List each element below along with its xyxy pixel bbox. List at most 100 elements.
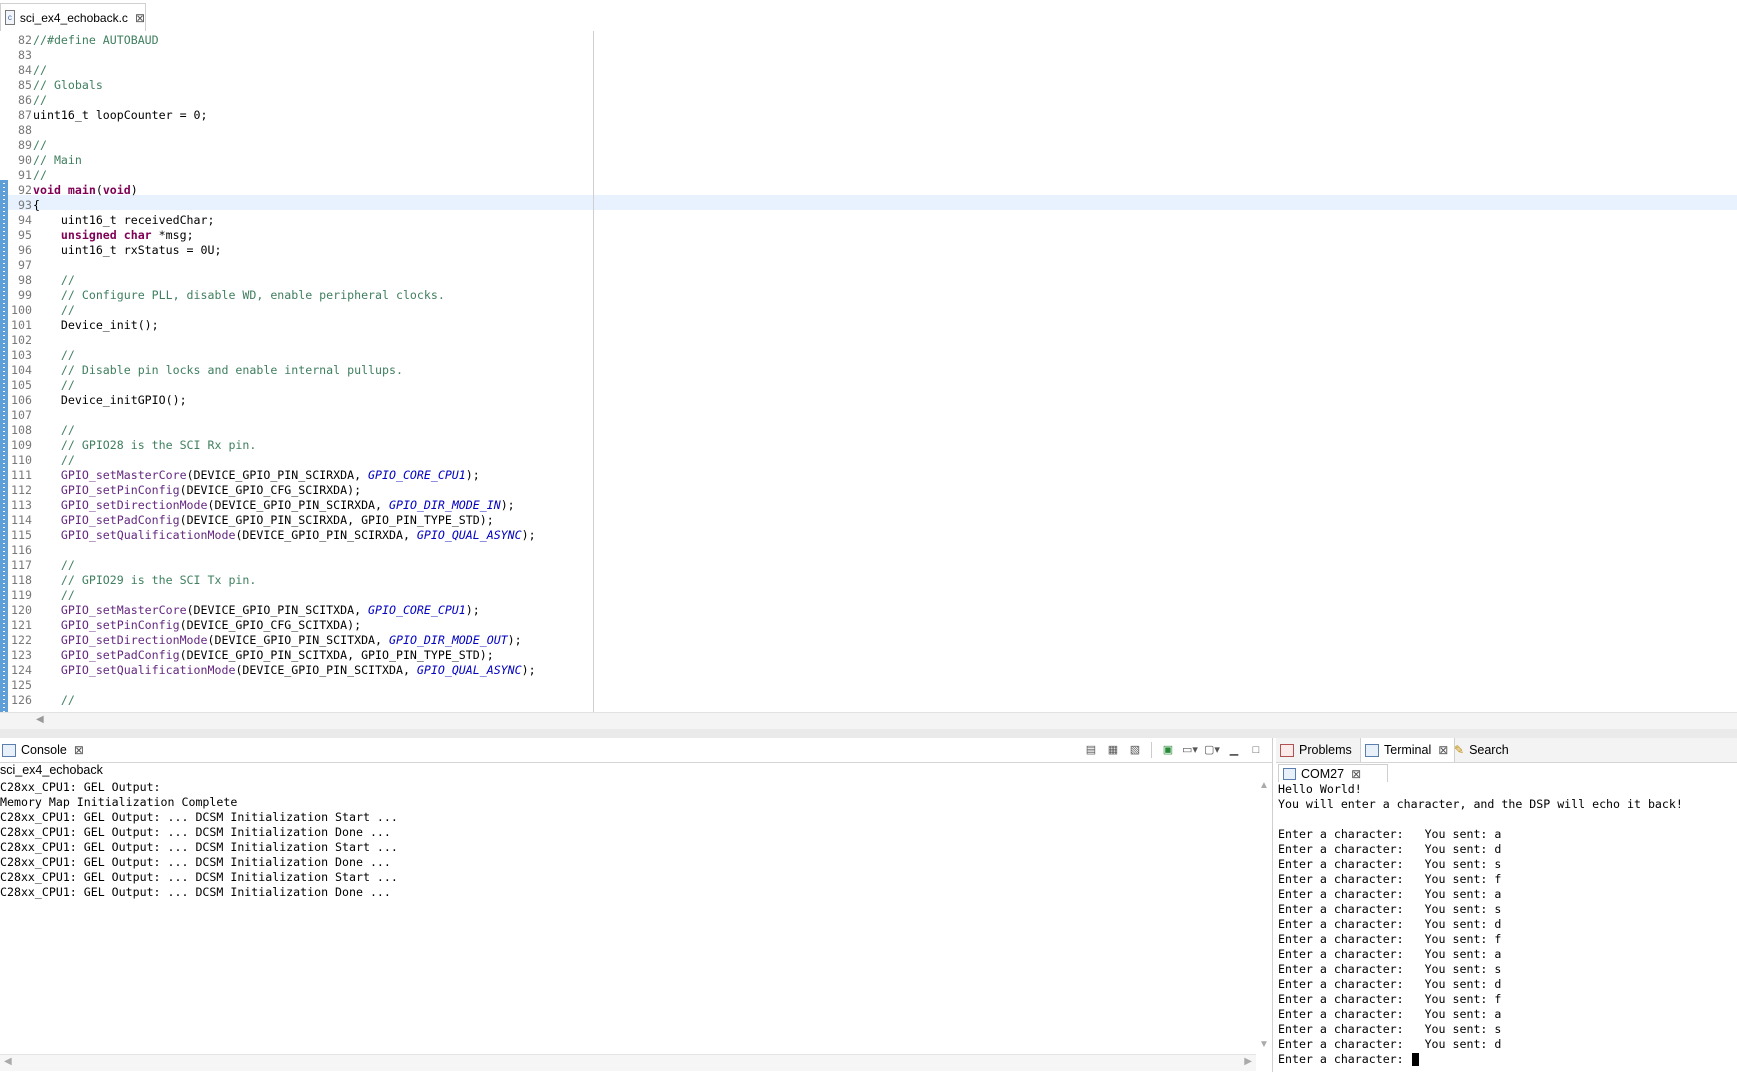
code-line[interactable]: 126 // <box>8 693 75 708</box>
code-line[interactable]: 111 GPIO_setMasterCore(DEVICE_GPIO_PIN_S… <box>8 468 480 483</box>
code-editor[interactable]: 82//#define AUTOBAUD 83 84//85// Globals 86… <box>0 31 1737 712</box>
code-line[interactable]: 86// <box>8 93 47 108</box>
line-number: 103 <box>11 348 32 362</box>
code-line[interactable]: 123 GPIO_setPadConfig(DEVICE_GPIO_PIN_SC… <box>8 648 494 663</box>
code-token: // GPIO28 is the SCI Rx pin. <box>60 438 257 452</box>
code-line[interactable]: 117 // <box>8 558 75 573</box>
scroll-down-icon[interactable]: ▼ <box>1259 1039 1269 1050</box>
code-line[interactable]: 108 // <box>8 423 75 438</box>
editor-tab-sci-ex4-echoback[interactable]: c sci_ex4_echoback.c ⊠ <box>0 3 146 31</box>
pin-console-icon[interactable]: ▣ <box>1160 742 1176 758</box>
code-line[interactable]: 120 GPIO_setMasterCore(DEVICE_GPIO_PIN_S… <box>8 603 480 618</box>
code-line[interactable]: 122 GPIO_setDirectionMode(DEVICE_GPIO_PI… <box>8 633 522 648</box>
display-console-icon[interactable]: ▭▾ <box>1182 742 1198 758</box>
code-line[interactable]: 87uint16_t loopCounter = 0; <box>8 108 207 123</box>
code-line[interactable]: 97 <box>8 258 33 273</box>
editor-tab-label: sci_ex4_echoback.c <box>19 10 128 25</box>
line-number: 115 <box>11 528 32 542</box>
scroll-left-icon[interactable]: ◀ <box>4 1056 12 1067</box>
code-line[interactable]: 84// <box>8 63 47 78</box>
close-icon[interactable]: ⊠ <box>1351 767 1361 781</box>
editor-horizontal-scrollbar[interactable]: ◀ <box>0 712 1737 729</box>
code-line[interactable]: 116 <box>8 543 33 558</box>
terminal-line: Enter a character: You sent: d <box>1278 842 1502 856</box>
line-number: 93 <box>18 198 32 212</box>
code-line[interactable]: 113 GPIO_setDirectionMode(DEVICE_GPIO_PI… <box>8 498 515 513</box>
clear-console-icon[interactable]: ▤ <box>1083 742 1099 758</box>
code-line[interactable]: 82//#define AUTOBAUD <box>8 33 159 48</box>
code-line[interactable]: 105 // <box>8 378 75 393</box>
code-line[interactable]: 125 <box>8 678 33 693</box>
code-token: void <box>102 183 131 197</box>
code-line[interactable]: 121 GPIO_setPinConfig(DEVICE_GPIO_CFG_SC… <box>8 618 361 633</box>
minimize-icon[interactable]: ▁ <box>1226 742 1242 758</box>
code-token: // <box>60 423 75 437</box>
code-line[interactable]: 93{ <box>8 198 40 213</box>
code-line[interactable]: 119 // <box>8 588 75 603</box>
close-icon[interactable]: ⊠ <box>135 11 145 25</box>
code-line[interactable]: 103 // <box>8 348 75 363</box>
code-line[interactable]: 124 GPIO_setQualificationMode(DEVICE_GPI… <box>8 663 536 678</box>
line-number: 100 <box>11 303 32 317</box>
code-line[interactable]: 114 GPIO_setPadConfig(DEVICE_GPIO_PIN_SC… <box>8 513 494 528</box>
close-icon[interactable]: ⊠ <box>1438 743 1448 757</box>
code-line[interactable]: 89// <box>8 138 47 153</box>
terminal-session-tab[interactable]: COM27 ⊠ <box>1278 764 1388 782</box>
line-number: 121 <box>11 618 32 632</box>
terminal-line: Enter a character: You sent: f <box>1278 992 1502 1006</box>
line-number: 117 <box>11 558 32 572</box>
scroll-up-icon[interactable]: ▲ <box>1259 780 1269 791</box>
terminal-line: Enter a character: You sent: f <box>1278 932 1502 946</box>
code-line[interactable]: 104 // Disable pin locks and enable inte… <box>8 363 403 378</box>
code-line[interactable]: 106 Device_initGPIO(); <box>8 393 187 408</box>
line-number: 105 <box>11 378 32 392</box>
code-line[interactable]: 88 <box>8 123 33 138</box>
console-line: C28xx_CPU1: GEL Output: ... DCSM Initial… <box>0 825 391 839</box>
maximize-icon[interactable]: □ <box>1248 742 1264 758</box>
code-line[interactable]: 118 // GPIO29 is the SCI Tx pin. <box>8 573 256 588</box>
scroll-right-icon[interactable]: ▶ <box>1244 1056 1252 1067</box>
scroll-left-icon[interactable]: ◀ <box>36 714 44 725</box>
code-line[interactable]: 98 // <box>8 273 75 288</box>
terminal-prompt[interactable]: Enter a character: <box>1278 1052 1419 1067</box>
console-horizontal-scrollbar[interactable]: ◀ ▶ <box>0 1054 1256 1071</box>
code-line[interactable]: 90// Main <box>8 153 82 168</box>
tab-terminal[interactable]: Terminal ⊠ <box>1360 738 1456 762</box>
panel-sash[interactable] <box>0 729 1737 738</box>
close-icon[interactable]: ⊠ <box>74 743 84 757</box>
code-line[interactable]: 92void main(void) <box>8 183 138 198</box>
terminal-line: Enter a character: You sent: s <box>1278 962 1502 976</box>
code-line[interactable]: 99 // Configure PLL, disable WD, enable … <box>8 288 445 303</box>
code-line[interactable]: 83 <box>8 48 33 63</box>
scroll-lock-icon[interactable]: ▦ <box>1105 742 1121 758</box>
code-token: GPIO_DIR_MODE_IN <box>389 498 501 512</box>
line-number: 101 <box>11 318 32 332</box>
tab-console[interactable]: Console ⊠ <box>2 738 84 762</box>
terminal-line: Enter a character: You sent: s <box>1278 902 1502 916</box>
terminal-line: Enter a character: You sent: a <box>1278 827 1502 841</box>
code-line[interactable]: 85// Globals <box>8 78 103 93</box>
code-line[interactable]: 91// <box>8 168 47 183</box>
code-line[interactable]: 112 GPIO_setPinConfig(DEVICE_GPIO_CFG_SC… <box>8 483 361 498</box>
code-line[interactable]: 94 uint16_t receivedChar; <box>8 213 214 228</box>
tab-problems[interactable]: Problems <box>1280 738 1352 762</box>
tab-search[interactable]: ✎ Search <box>1454 738 1509 762</box>
code-token: (DEVICE_GPIO_PIN_SCITXDA, <box>207 633 389 647</box>
code-line[interactable]: 107 <box>8 408 33 423</box>
word-wrap-icon[interactable]: ▧ <box>1127 742 1143 758</box>
code-token: GPIO_setPadConfig <box>60 513 180 527</box>
code-line[interactable]: 96 uint16_t rxStatus = 0U; <box>8 243 221 258</box>
open-console-icon[interactable]: ▢▾ <box>1204 742 1220 758</box>
terminal-icon <box>1365 743 1379 757</box>
code-line[interactable]: 109 // GPIO28 is the SCI Rx pin. <box>8 438 256 453</box>
code-line[interactable]: 115 GPIO_setQualificationMode(DEVICE_GPI… <box>8 528 536 543</box>
code-line[interactable]: 100 // <box>8 303 75 318</box>
code-line[interactable]: 110 // <box>8 453 75 468</box>
code-line[interactable]: 102 <box>8 333 33 348</box>
console-vertical-scrollbar[interactable]: ▲ ▼ <box>1256 780 1272 1050</box>
code-line[interactable]: 95 unsigned char *msg; <box>8 228 194 243</box>
code-line[interactable]: 101 Device_init(); <box>8 318 159 333</box>
